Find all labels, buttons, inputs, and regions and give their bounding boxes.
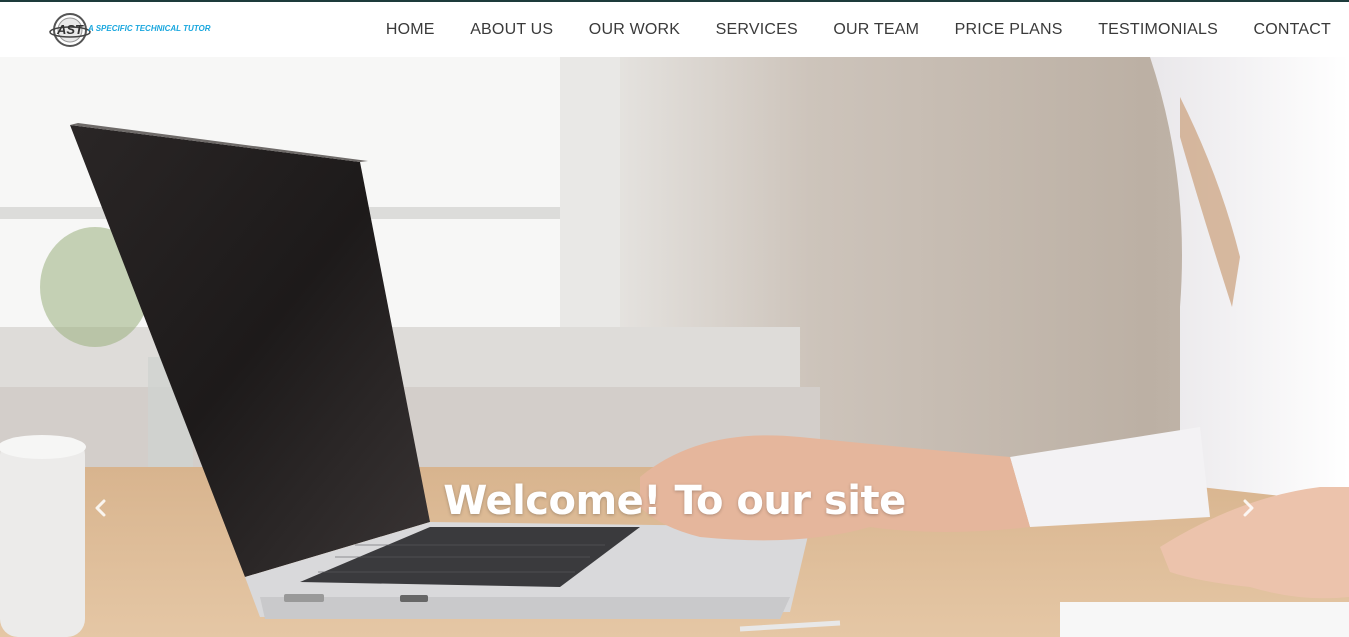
site-header: AST A SPECIFIC TECHNICAL TUTOR HOME ABOU… [0, 2, 1349, 57]
site-logo[interactable]: AST A SPECIFIC TECHNICAL TUTOR [48, 10, 211, 50]
nav-item-our-work[interactable]: OUR WORK [589, 21, 680, 39]
hero-caption: Welcome! To our site [443, 478, 906, 524]
logo-mark-text: AST [56, 22, 84, 37]
nav-item-testimonials[interactable]: TESTIMONIALS [1098, 21, 1218, 39]
main-nav: HOME ABOUT US OUR WORK SERVICES OUR TEAM… [386, 2, 1331, 57]
hero-carousel: Welcome! To our site [0, 57, 1349, 637]
chevron-left-icon [95, 499, 106, 517]
hero-background-image [0, 57, 1349, 637]
logo-tagline: A SPECIFIC TECHNICAL TUTOR [88, 24, 211, 33]
nav-item-home[interactable]: HOME [386, 21, 435, 39]
nav-item-about-us[interactable]: ABOUT US [470, 21, 553, 39]
carousel-next-button[interactable] [1235, 493, 1261, 523]
nav-item-contact[interactable]: CONTACT [1253, 21, 1331, 39]
nav-item-services[interactable]: SERVICES [716, 21, 798, 39]
nav-item-price-plans[interactable]: PRICE PLANS [955, 21, 1063, 39]
nav-item-our-team[interactable]: OUR TEAM [833, 21, 919, 39]
carousel-prev-button[interactable] [88, 493, 114, 523]
chevron-right-icon [1243, 499, 1254, 517]
